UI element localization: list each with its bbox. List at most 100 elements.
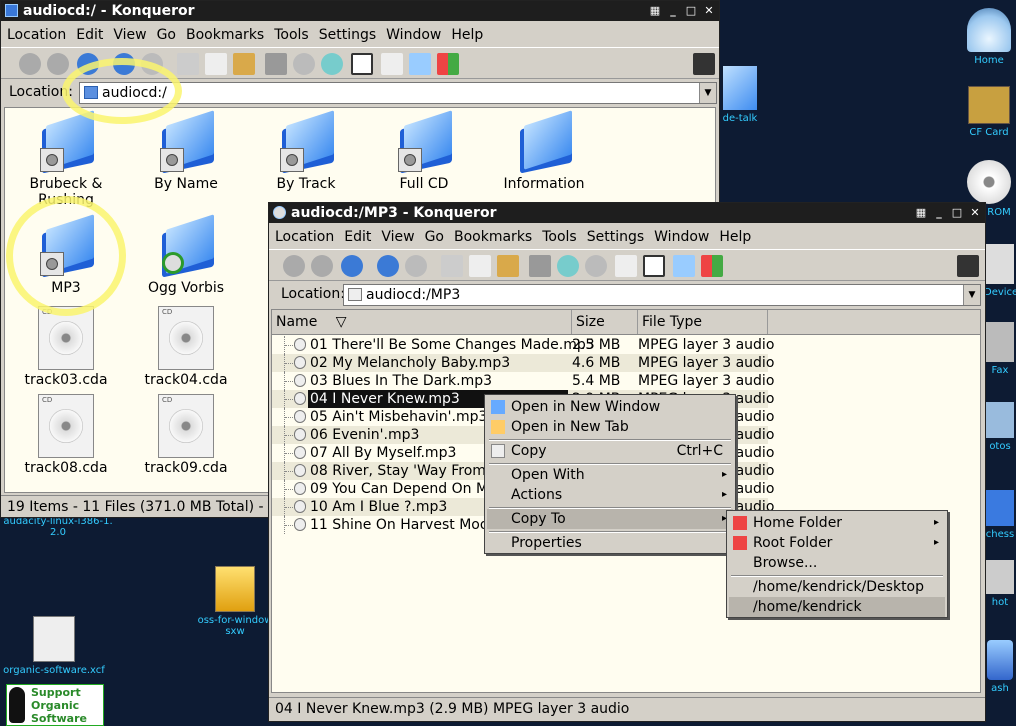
folder-item[interactable]: Full CD — [369, 110, 479, 192]
menu-item-browse[interactable]: Browse... — [729, 553, 945, 573]
folder-item-mp3[interactable]: MP3 — [11, 214, 121, 296]
desktop-icon-de-talk[interactable]: de-talk — [716, 66, 764, 124]
menu-bookmarks[interactable]: Bookmarks — [454, 226, 532, 248]
column-header-name[interactable]: Name ▽ — [272, 310, 572, 334]
folder-item[interactable]: By Track — [251, 110, 361, 192]
location-input[interactable]: audiocd:/ ▼ — [79, 82, 717, 104]
list-view-icon[interactable] — [381, 53, 403, 75]
window-titlebar[interactable]: audiocd:/ - Konqueror ▦ _ □ ✕ — [1, 1, 719, 21]
forward-icon[interactable] — [311, 255, 333, 277]
table-row[interactable]: 01 There'll Be Some Changes Made.mp3 2.5 … — [272, 336, 774, 354]
menu-item-home-path[interactable]: /home/kendrick — [729, 597, 945, 617]
icon-view-icon[interactable] — [615, 255, 637, 277]
menu-item-properties[interactable]: Properties — [487, 533, 733, 553]
desktop-icon-home[interactable]: Home — [962, 8, 1016, 66]
chevron-down-icon[interactable]: ▼ — [963, 285, 980, 305]
paste-icon[interactable] — [233, 53, 255, 75]
cut-icon[interactable] — [441, 255, 463, 277]
file-item[interactable]: track09.cda — [131, 394, 241, 476]
menu-view[interactable]: View — [113, 24, 146, 46]
menu-window[interactable]: Window — [386, 24, 441, 46]
zoom-in-icon[interactable] — [557, 255, 579, 277]
sticky-button[interactable]: ▦ — [913, 205, 929, 221]
table-row[interactable]: 02 My Melancholy Baby.mp3 4.6 MB MPEG laye… — [272, 354, 774, 372]
menu-location[interactable]: Location — [7, 24, 66, 46]
preview-icon[interactable] — [409, 53, 431, 75]
forward-icon[interactable] — [47, 53, 69, 75]
copy-icon[interactable] — [205, 53, 227, 75]
menu-help[interactable]: Help — [451, 24, 483, 46]
maximize-button[interactable]: □ — [949, 205, 965, 221]
desktop-icon-audacity[interactable]: audacity-linux-i386-1. 2.0 — [2, 516, 114, 538]
home-icon[interactable] — [341, 255, 363, 277]
menu-view[interactable]: View — [381, 226, 414, 248]
back-icon[interactable] — [283, 255, 305, 277]
zoom-out-icon[interactable] — [321, 53, 343, 75]
desktop-icon-trash[interactable]: ash — [984, 640, 1016, 694]
menu-tools[interactable]: Tools — [542, 226, 577, 248]
menu-tools[interactable]: Tools — [274, 24, 309, 46]
menu-go[interactable]: Go — [425, 226, 444, 248]
desktop-icon-screenshot[interactable]: hot — [984, 560, 1016, 608]
file-item[interactable]: track08.cda — [11, 394, 121, 476]
gear-icon[interactable] — [693, 53, 715, 75]
folder-item[interactable]: Brubeck & Rushing — [11, 110, 121, 208]
menu-item-open-with[interactable]: Open With ▸ — [487, 465, 733, 485]
stop-icon[interactable] — [405, 255, 427, 277]
desktop-icon-cf-card[interactable]: CF Card — [962, 86, 1016, 138]
menu-location[interactable]: Location — [275, 226, 334, 248]
minimize-button[interactable]: _ — [665, 3, 681, 19]
zoom-in-icon[interactable] — [293, 53, 315, 75]
stop-icon[interactable] — [141, 53, 163, 75]
zoom-out-icon[interactable] — [585, 255, 607, 277]
paste-icon[interactable] — [497, 255, 519, 277]
table-row[interactable]: 03 Blues In The Dark.mp3 5.4 MB MPEG layer… — [272, 372, 774, 390]
desktop-icon-device[interactable]: Device — [984, 244, 1016, 298]
maximize-button[interactable]: □ — [683, 3, 699, 19]
close-button[interactable]: ✕ — [967, 205, 983, 221]
gear-icon[interactable] — [957, 255, 979, 277]
icon-view-icon[interactable] — [351, 53, 373, 75]
menu-go[interactable]: Go — [157, 24, 176, 46]
menu-help[interactable]: Help — [719, 226, 751, 248]
desktop-icon-organic-xcf[interactable]: organic-software.xcf — [2, 616, 106, 676]
desktop-icon-fax[interactable]: Fax — [984, 322, 1016, 376]
reload-icon[interactable] — [113, 53, 135, 75]
chevron-down-icon[interactable]: ▼ — [699, 83, 716, 103]
desktop-icon-chess[interactable]: chess — [984, 490, 1016, 540]
folder-item[interactable]: Ogg Vorbis — [131, 214, 241, 296]
menu-item-actions[interactable]: Actions ▸ — [487, 485, 733, 505]
tile-view-icon[interactable] — [437, 53, 459, 75]
menu-item-open-new-tab[interactable]: Open in New Tab — [487, 417, 733, 437]
window-titlebar[interactable]: audiocd:/MP3 - Konqueror ▦ _ □ ✕ — [269, 203, 985, 223]
cut-icon[interactable] — [177, 53, 199, 75]
menu-item-home-folder[interactable]: Home Folder ▸ — [729, 513, 945, 533]
desktop-icon-oss-sxw[interactable]: oss-for-window sxw — [194, 566, 276, 637]
back-icon[interactable] — [19, 53, 41, 75]
menu-settings[interactable]: Settings — [319, 24, 376, 46]
sticky-button[interactable]: ▦ — [647, 3, 663, 19]
menu-bookmarks[interactable]: Bookmarks — [186, 24, 264, 46]
menu-item-copy-to[interactable]: Copy To ▸ — [487, 509, 733, 529]
column-header-type[interactable]: File Type — [638, 310, 768, 334]
file-item[interactable]: track03.cda — [11, 306, 121, 388]
location-input[interactable]: audiocd:/MP3 ▼ — [343, 284, 981, 306]
reload-icon[interactable] — [377, 255, 399, 277]
file-item[interactable]: track04.cda — [131, 306, 241, 388]
close-button[interactable]: ✕ — [701, 3, 717, 19]
print-icon[interactable] — [529, 255, 551, 277]
menu-window[interactable]: Window — [654, 226, 709, 248]
menu-item-copy[interactable]: Copy Ctrl+C — [487, 441, 733, 461]
copy-icon[interactable] — [469, 255, 491, 277]
folder-item[interactable]: Information — [489, 110, 599, 192]
tile-view-icon[interactable] — [701, 255, 723, 277]
menu-item-root-folder[interactable]: Root Folder ▸ — [729, 533, 945, 553]
list-view-icon[interactable] — [643, 255, 665, 277]
home-icon[interactable] — [77, 53, 99, 75]
minimize-button[interactable]: _ — [931, 205, 947, 221]
folder-item[interactable]: By Name — [131, 110, 241, 192]
preview-icon[interactable] — [673, 255, 695, 277]
menu-item-desktop-path[interactable]: /home/kendrick/Desktop — [729, 577, 945, 597]
menu-settings[interactable]: Settings — [587, 226, 644, 248]
menu-edit[interactable]: Edit — [344, 226, 371, 248]
